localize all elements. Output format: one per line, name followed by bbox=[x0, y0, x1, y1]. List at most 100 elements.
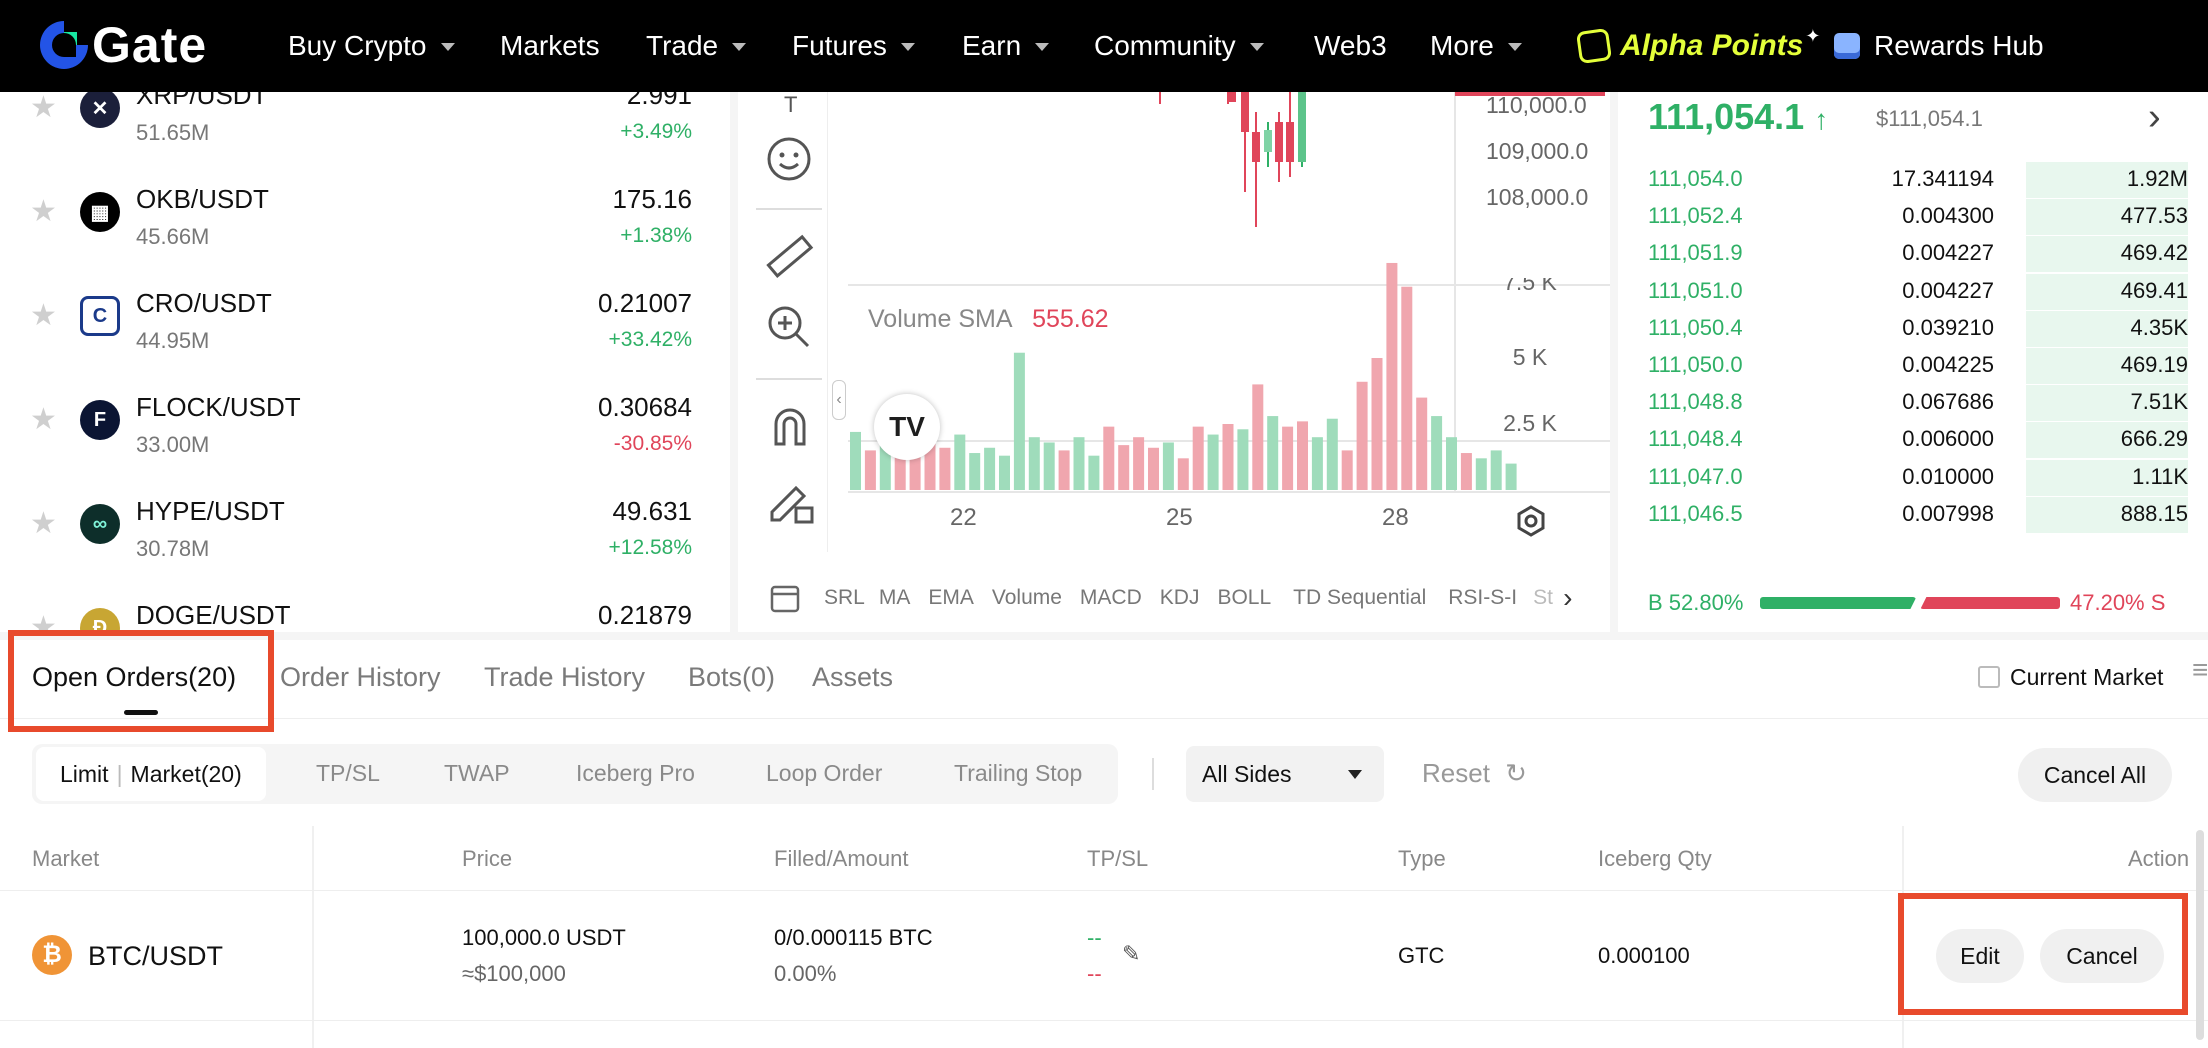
nav-buy-crypto[interactable]: Buy Crypto bbox=[288, 0, 455, 92]
column-header-type: Type bbox=[1398, 846, 1446, 871]
scrollbar[interactable] bbox=[2196, 830, 2204, 1040]
ask-row[interactable]: 111,050.4 0.039210 4.35K bbox=[1648, 310, 2188, 348]
ask-row[interactable]: 111,048.8 0.067686 7.51K bbox=[1648, 385, 2188, 422]
pair-row[interactable]: ★ ∞ HYPE/USDT 30.78M 49.631 +12.58% bbox=[0, 478, 730, 582]
ask-price: 111,047.0 bbox=[1648, 463, 1743, 489]
chevron-right-icon[interactable]: › bbox=[2148, 96, 2161, 139]
star-icon[interactable]: ★ bbox=[30, 92, 57, 125]
pair-row[interactable]: ★ Ð DOGE/USDT 0.21879 bbox=[0, 582, 730, 632]
indicator-rsi[interactable]: RSI-S-I bbox=[1448, 586, 1517, 610]
pair-price: 0.30684 bbox=[598, 392, 692, 422]
volume-bar bbox=[1028, 437, 1040, 490]
star-icon[interactable]: ★ bbox=[30, 402, 57, 437]
volume-bar bbox=[1401, 286, 1413, 490]
pair-price: 2.991 bbox=[626, 92, 692, 110]
nav-markets[interactable]: Markets bbox=[500, 0, 600, 92]
indicator-volume[interactable]: Volume bbox=[992, 586, 1062, 610]
indicator-boll[interactable]: BOLL bbox=[1217, 586, 1271, 610]
subtab-limit-market[interactable]: Limit | Market(20) bbox=[36, 747, 266, 801]
edit-tpsl-icon[interactable]: ✎ bbox=[1122, 941, 1140, 967]
ask-price: 111,054.0 bbox=[1648, 166, 1743, 191]
cancel-all-button[interactable]: Cancel All bbox=[2018, 748, 2172, 802]
pair-row[interactable]: ★ C CRO/USDT 44.95M 0.21007 +33.42% bbox=[0, 270, 730, 374]
ask-row[interactable]: 111,047.0 0.010000 1.11K bbox=[1648, 459, 2188, 497]
subtab-loop-order[interactable]: Loop Order bbox=[766, 744, 882, 802]
nav-more[interactable]: More bbox=[1430, 0, 1522, 92]
xrp-coin-icon: ✕ bbox=[80, 92, 120, 128]
pair-row[interactable]: ★ ✕ XRP/USDT 51.65M 2.991 +3.49% bbox=[0, 92, 730, 166]
ask-amount: 0.010000 bbox=[1902, 463, 1994, 489]
indicator-ma[interactable]: MA bbox=[879, 586, 911, 610]
pair-row[interactable]: ★ F FLOCK/USDT 33.00M 0.30684 -30.85% bbox=[0, 374, 730, 478]
volume-bar bbox=[1088, 455, 1100, 490]
arrow-up-icon: ↑ bbox=[1814, 104, 1829, 135]
order-market[interactable]: BTC/USDT bbox=[88, 941, 223, 972]
volume-bar bbox=[1118, 445, 1130, 490]
ask-row[interactable]: 111,050.0 0.004225 469.19 bbox=[1648, 348, 2188, 385]
top-navigation-bar: Gate Buy Crypto Markets Trade Futures Ea… bbox=[0, 0, 2208, 92]
menu-icon[interactable]: ≡ bbox=[2192, 654, 2208, 686]
volume-bar bbox=[954, 434, 966, 490]
star-icon[interactable]: ★ bbox=[30, 298, 57, 333]
chevron-right-icon[interactable]: › bbox=[1563, 582, 1572, 614]
star-icon[interactable]: ★ bbox=[30, 194, 57, 229]
subtab-tpsl[interactable]: TP/SL bbox=[316, 744, 380, 802]
ask-price: 111,052.4 bbox=[1648, 203, 1743, 229]
price-axis-label: 110,000.0 bbox=[1486, 92, 1587, 118]
reset-label: Reset bbox=[1422, 758, 1490, 788]
ask-row[interactable]: 111,046.5 0.007998 888.15 bbox=[1648, 496, 2188, 534]
subtab-iceberg-pro[interactable]: Iceberg Pro bbox=[576, 744, 695, 802]
volume-bar bbox=[1297, 421, 1308, 490]
column-header-filled-amount[interactable]: Filled/Amount bbox=[774, 846, 909, 872]
volume-axis-label: 5 K bbox=[1512, 344, 1548, 370]
tradingview-logo-icon[interactable]: TV bbox=[874, 394, 940, 460]
volume-bar bbox=[1043, 442, 1055, 490]
tab-bots[interactable]: Bots(0) bbox=[688, 662, 775, 693]
chart-settings-icon[interactable] bbox=[1514, 504, 1548, 538]
current-market-checkbox[interactable] bbox=[1978, 666, 2000, 688]
column-header-price[interactable]: Price bbox=[462, 846, 512, 872]
tab-order-history[interactable]: Order History bbox=[280, 662, 441, 693]
calendar-icon[interactable] bbox=[768, 581, 802, 615]
indicator-st[interactable]: St bbox=[1533, 586, 1553, 610]
rewards-hub-label: Rewards Hub bbox=[1874, 30, 2044, 61]
tab-trade-history[interactable]: Trade History bbox=[484, 662, 645, 693]
volume-bar bbox=[1148, 447, 1159, 490]
gate-logo[interactable]: Gate bbox=[36, 14, 251, 76]
volume-bar bbox=[1311, 437, 1323, 490]
sides-select[interactable]: All Sides bbox=[1186, 746, 1384, 802]
ask-amount: 0.039210 bbox=[1902, 314, 1994, 340]
indicator-kdj[interactable]: KDJ bbox=[1160, 586, 1200, 610]
indicator-srl[interactable]: SRL bbox=[824, 586, 865, 610]
pair-row[interactable]: ★ ▦ OKB/USDT 45.66M 175.16 +1.38% bbox=[0, 166, 730, 270]
divider bbox=[1152, 758, 1154, 790]
nav-alpha-points[interactable]: Alpha Points ✦ bbox=[1575, 0, 1820, 92]
nav-community[interactable]: Community bbox=[1094, 0, 1264, 92]
star-icon[interactable]: ★ bbox=[30, 506, 57, 541]
pair-symbol: HYPE/USDT bbox=[136, 496, 285, 526]
indicator-td-sequential[interactable]: TD Sequential bbox=[1293, 586, 1426, 610]
tab-assets[interactable]: Assets bbox=[812, 662, 893, 693]
ask-row[interactable]: 111,048.4 0.006000 666.29 bbox=[1648, 422, 2188, 459]
ask-row[interactable]: 111,051.9 0.004227 469.42 bbox=[1648, 236, 2188, 273]
ask-row[interactable]: 111,052.4 0.004300 477.53 bbox=[1648, 199, 2188, 236]
ask-row[interactable]: 111,051.0 0.004227 469.41 bbox=[1648, 273, 2188, 311]
indicator-macd[interactable]: MACD bbox=[1080, 586, 1142, 610]
nav-web3[interactable]: Web3 bbox=[1314, 0, 1387, 92]
sides-select-value: All Sides bbox=[1202, 761, 1292, 787]
reset-button[interactable]: Reset ↻ bbox=[1422, 758, 1527, 789]
column-header-action: Action bbox=[2128, 846, 2190, 871]
indicator-ema[interactable]: EMA bbox=[928, 586, 974, 610]
ask-amount: 0.004225 bbox=[1902, 352, 1994, 377]
volume-sma-legend: Volume SMA 555.62 bbox=[868, 305, 1109, 334]
star-icon[interactable]: ★ bbox=[30, 610, 57, 632]
pair-volume: 33.00M bbox=[136, 432, 210, 457]
nav-earn[interactable]: Earn bbox=[962, 0, 1050, 92]
subtab-twap[interactable]: TWAP bbox=[444, 744, 510, 802]
ask-row[interactable]: 111,054.0 17.341194 1.92M bbox=[1648, 162, 2188, 199]
nav-futures[interactable]: Futures bbox=[792, 0, 915, 92]
subtab-trailing-stop[interactable]: Trailing Stop bbox=[954, 744, 1082, 802]
nav-trade[interactable]: Trade bbox=[646, 0, 747, 92]
nav-rewards-hub[interactable]: Rewards Hub bbox=[1834, 0, 2044, 92]
volume-bar bbox=[1237, 429, 1249, 490]
